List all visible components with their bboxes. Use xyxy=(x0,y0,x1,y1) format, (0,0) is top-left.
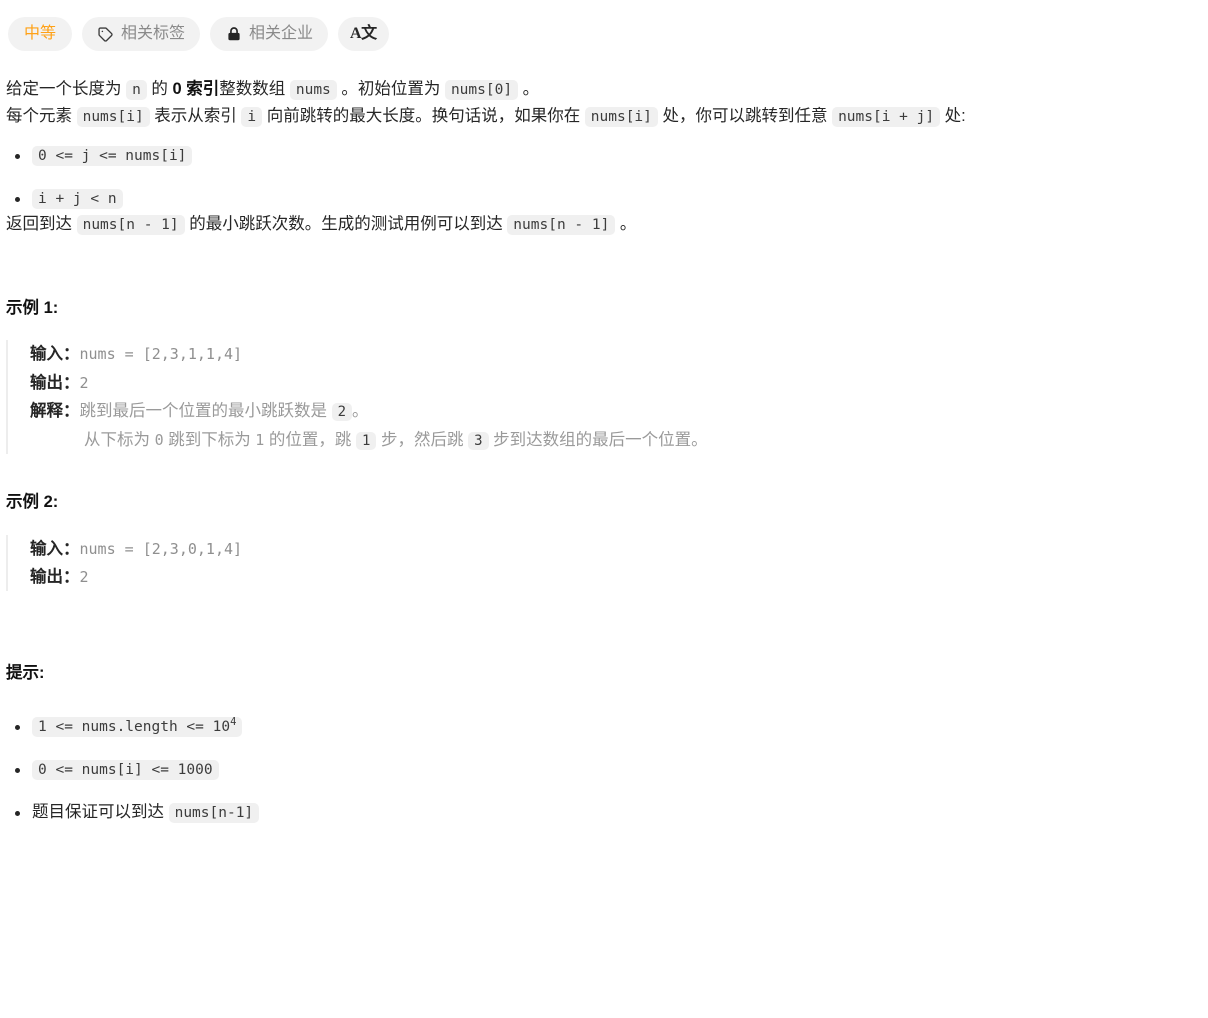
text-fragment: 整数数组 xyxy=(219,80,290,98)
text-fragment: 返回到达 xyxy=(6,214,77,233)
text-fragment: 。 xyxy=(518,80,540,98)
example-output-row: 输出：2 xyxy=(30,369,1202,397)
code-nums-i-plus-j: nums[i + j] xyxy=(832,106,941,127)
list-item: i + j < n xyxy=(15,186,1202,211)
related-tags-label: 相关标签 xyxy=(121,25,186,42)
list-item: 题目保证可以到达 nums[n-1] xyxy=(15,800,1202,825)
code-nums-n-1-2: nums[n - 1] xyxy=(507,214,616,235)
list-item: 0 <= nums[i] <= 1000 xyxy=(15,757,1202,782)
condition-code: 0 <= j <= nums[i] xyxy=(32,146,193,167)
input-label: 输入： xyxy=(30,539,80,558)
text-fragment: 处，你可以跳转到任意 xyxy=(657,106,833,125)
text-fragment: 给定一个长度为 xyxy=(6,80,127,98)
code-nums-i: nums[i] xyxy=(76,106,150,127)
text-fragment: 每个元素 xyxy=(6,106,77,125)
index-value: 0 xyxy=(154,430,164,449)
text-fragment: 表示从索引 xyxy=(149,106,242,125)
input-value: nums = [2,3,1,1,4] xyxy=(79,345,243,364)
text-fragment: 向前跳转的最大长度。换句话说，如果你在 xyxy=(262,106,585,125)
input-value: nums = [2,3,0,1,4] xyxy=(79,539,243,558)
example-2-block: 输入：nums = [2,3,0,1,4] 输出：2 xyxy=(6,534,1202,592)
text-fragment: 。初始位置为 xyxy=(336,80,445,98)
condition-code: i + j < n xyxy=(32,189,123,210)
bold-zero-indexed: 0 索引 xyxy=(172,80,220,98)
text-fragment: 步，然后跳 xyxy=(376,430,469,449)
difficulty-label: 中等 xyxy=(24,25,57,42)
paragraph-jump-rule: 每个元素 nums[i] 表示从索引 i 向前跳转的最大长度。换句话说，如果你在… xyxy=(6,103,1202,130)
output-label: 输出： xyxy=(30,568,80,587)
text-fragment: 。 xyxy=(615,214,637,233)
translate-button[interactable]: A文 xyxy=(338,17,389,51)
example-output-row: 输出：2 xyxy=(30,563,1202,591)
code-nums-i-2: nums[i] xyxy=(584,106,658,127)
list-item: 0 <= j <= nums[i] xyxy=(15,143,1202,168)
text-fragment: 的位置，跳 xyxy=(264,430,356,449)
code-n: n xyxy=(126,80,147,100)
paragraph-return-statement: 返回到达 nums[n - 1] 的最小跳跃次数。生成的测试用例可以到达 num… xyxy=(6,211,1202,238)
example-2-heading: 示例 2: xyxy=(6,492,59,511)
constraint-prefix-text: 题目保证可以到达 xyxy=(32,802,169,821)
text-fragment: 的 xyxy=(146,80,173,98)
input-label: 输入： xyxy=(30,345,80,364)
text-fragment: 。 xyxy=(352,402,369,421)
example-1-heading: 示例 1: xyxy=(6,298,59,317)
lock-icon xyxy=(225,26,242,43)
explanation-label: 解释： xyxy=(30,402,80,421)
problem-description-panel: 中等 相关标签 相关企业 A文 给定一个长度为 n 的 0 索引整数数组 num… xyxy=(0,0,1208,824)
explain-code: 2 xyxy=(331,403,353,422)
text-fragment: 步到达数组的最后一个位置。 xyxy=(488,430,708,449)
code-i: i xyxy=(241,106,263,127)
example-explanation-row: 解释：跳到最后一个位置的最小跳跃数是 2。 xyxy=(30,397,1202,425)
constraints-heading: 提示: xyxy=(6,664,45,683)
code-nums: nums xyxy=(289,80,337,100)
problem-meta-toolbar: 中等 相关标签 相关企业 A文 xyxy=(0,14,1208,54)
text-fragment: 跳到下标为 xyxy=(163,430,256,449)
code-nums-n-1: nums[n - 1] xyxy=(76,214,185,235)
output-label: 输出： xyxy=(30,373,80,392)
translate-icon: A文 xyxy=(350,25,377,42)
example-1-block: 输入：nums = [2,3,1,1,4] 输出：2 解释：跳到最后一个位置的最… xyxy=(6,340,1202,454)
text-fragment: 的最小跳跃次数。生成的测试用例可以到达 xyxy=(184,214,508,233)
text-fragment: 从下标为 xyxy=(84,430,155,449)
text-fragment: 处: xyxy=(940,106,966,125)
jump-conditions-list: 0 <= j <= nums[i] i + j < n xyxy=(6,143,1202,211)
paragraph-problem-setup: 给定一个长度为 n 的 0 索引整数数组 nums 。初始位置为 nums[0]… xyxy=(6,76,1202,103)
constraint-exponent: 4 xyxy=(230,716,237,729)
example-input-row: 输入：nums = [2,3,1,1,4] xyxy=(30,340,1202,368)
problem-statement: 给定一个长度为 n 的 0 索引整数数组 nums 。初始位置为 nums[0]… xyxy=(0,76,1208,824)
difficulty-badge-medium[interactable]: 中等 xyxy=(8,17,73,51)
list-item: 1 <= nums.length <= 104 xyxy=(15,714,1202,739)
constraint-code: 0 <= nums[i] <= 1000 xyxy=(32,759,219,780)
constraint-text: 1 <= nums.length <= 10 xyxy=(38,719,231,736)
related-tags-button[interactable]: 相关标签 xyxy=(82,17,201,51)
constraints-list: 1 <= nums.length <= 104 0 <= nums[i] <= … xyxy=(6,714,1202,824)
example-input-row: 输入：nums = [2,3,0,1,4] xyxy=(30,535,1202,563)
index-value: 1 xyxy=(255,430,265,449)
example-explanation-row-2: 从下标为 0 跳到下标为 1 的位置，跳 1 步，然后跳 3 步到达数组的最后一… xyxy=(30,426,1202,454)
related-companies-button[interactable]: 相关企业 xyxy=(210,17,329,51)
output-value: 2 xyxy=(79,568,89,587)
related-companies-label: 相关企业 xyxy=(249,25,314,42)
constraint-code: 1 <= nums.length <= 104 xyxy=(32,716,243,738)
text-fragment: 跳到最后一个位置的最小跳跃数是 xyxy=(79,402,332,421)
output-value: 2 xyxy=(79,373,89,392)
explain-code: 1 xyxy=(356,431,377,450)
explain-code: 3 xyxy=(468,431,489,450)
constraint-code: nums[n-1] xyxy=(168,802,260,823)
tag-icon xyxy=(97,26,114,43)
code-nums-0: nums[0] xyxy=(444,80,519,100)
